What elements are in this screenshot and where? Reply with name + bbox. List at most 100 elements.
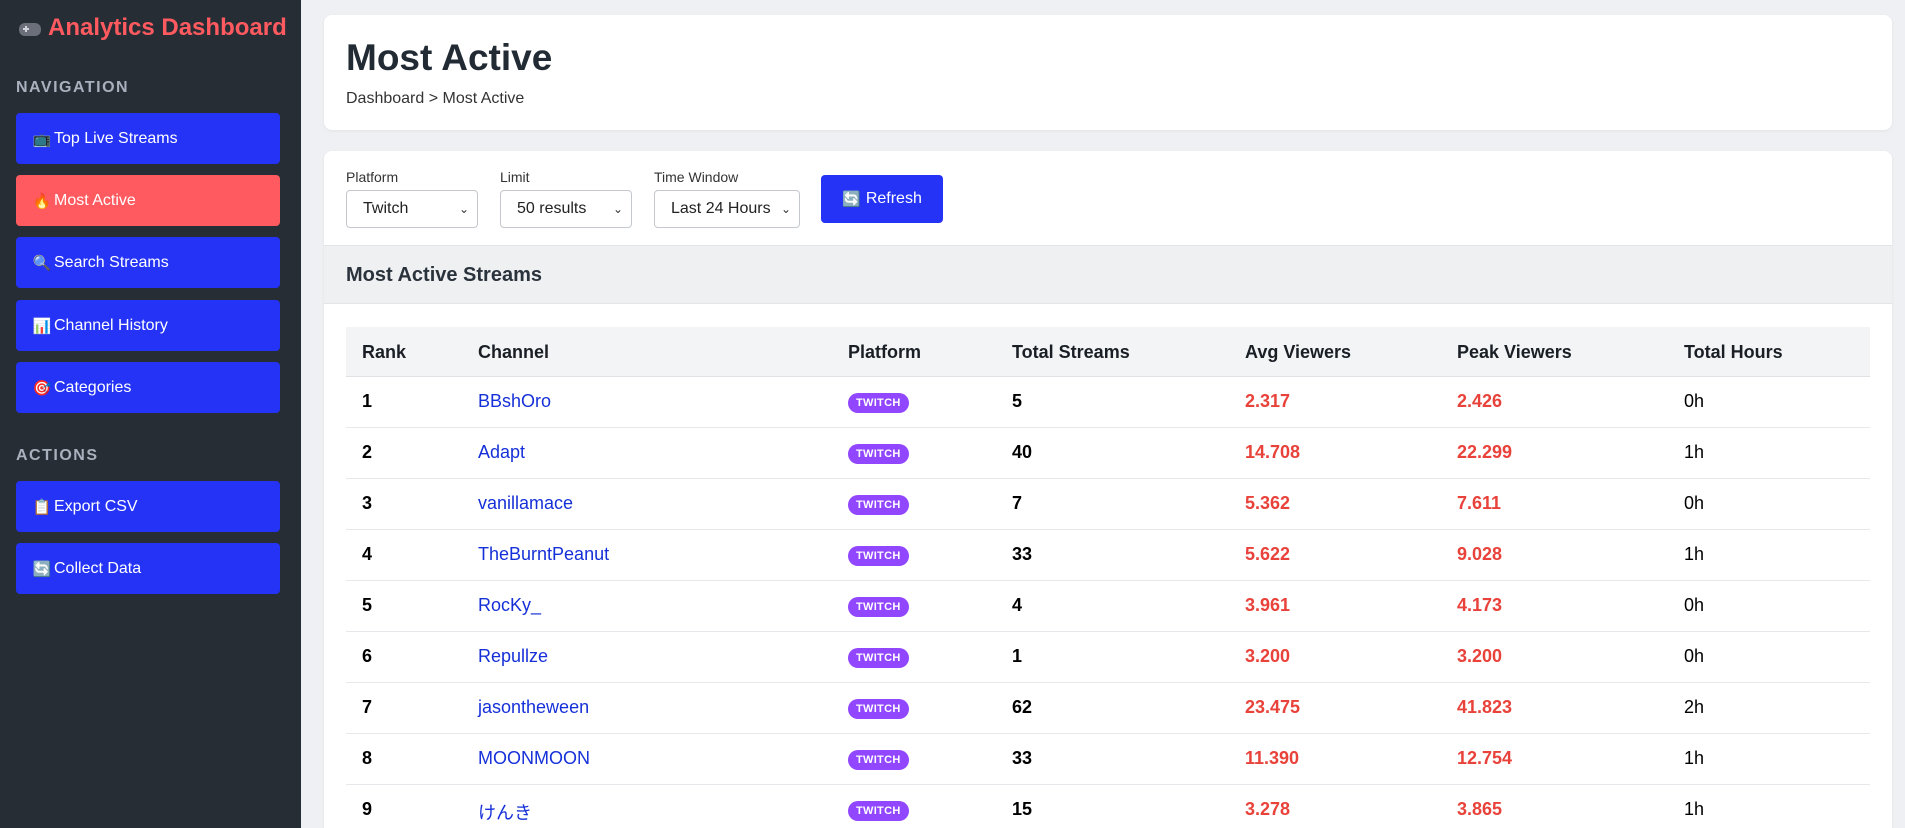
channel-link[interactable]: MOONMOON <box>478 748 590 769</box>
refresh-label: Refresh <box>865 190 922 207</box>
nav-categories[interactable]: 🎯 Categories <box>16 362 280 413</box>
channel-link[interactable]: けんき <box>478 799 532 825</box>
avg-viewers-cell: 23.475 <box>1245 697 1301 717</box>
platform-badge: TWITCH <box>848 750 909 770</box>
total-streams-cell: 33 <box>1012 748 1033 768</box>
platform-badge: TWITCH <box>848 597 909 617</box>
column-header-total-streams[interactable]: Total Streams <box>1012 342 1130 363</box>
peak-viewers-cell: 7.611 <box>1457 493 1502 513</box>
peak-viewers-cell: 4.173 <box>1457 595 1503 615</box>
peak-viewers-cell: 2.426 <box>1457 391 1503 411</box>
table-row[interactable]: 3 vanillamace TWITCH 7 5.362 7.611 0h <box>346 479 1870 530</box>
table-row[interactable]: 1 BBshOro TWITCH 5 2.317 2.426 0h <box>346 377 1870 428</box>
export-csv-button[interactable]: 📋 Export CSV <box>16 481 280 532</box>
channel-link[interactable]: jasontheween <box>478 697 589 718</box>
total-hours-cell: 1h <box>1684 799 1705 819</box>
nav-label: Top Live Streams <box>54 129 178 147</box>
limit-select[interactable]: 50 results ⌄ <box>500 190 632 228</box>
refresh-button[interactable]: 🔄 Refresh <box>821 175 943 223</box>
total-hours-cell: 1h <box>1684 748 1705 768</box>
nav-search-streams[interactable]: 🔍 Search Streams <box>16 237 280 288</box>
column-header-platform[interactable]: Platform <box>848 342 921 363</box>
target-icon: 🎯 <box>32 379 52 397</box>
total-streams-cell: 33 <box>1012 544 1033 564</box>
table-row[interactable]: 5 RocKy_ TWITCH 4 3.961 4.173 0h <box>346 581 1870 632</box>
table-row[interactable]: 2 Adapt TWITCH 40 14.708 22.299 1h <box>346 428 1870 479</box>
total-hours-cell: 0h <box>1684 595 1705 615</box>
rank-cell: 8 <box>362 748 373 768</box>
column-header-channel[interactable]: Channel <box>478 342 549 363</box>
peak-viewers-cell: 3.200 <box>1457 646 1503 666</box>
channel-link[interactable]: vanillamace <box>478 493 573 514</box>
time-window-label: Time Window <box>654 169 739 185</box>
column-header-total-hours[interactable]: Total Hours <box>1684 342 1783 363</box>
table-header-row: Rank Channel Platform Total Streams Avg … <box>346 327 1870 377</box>
time-window-select[interactable]: Last 24 Hours ⌄ <box>654 190 800 228</box>
clipboard-icon: 📋 <box>32 498 52 516</box>
peak-viewers-cell: 3.865 <box>1457 799 1503 819</box>
total-streams-cell: 1 <box>1012 646 1023 666</box>
total-streams-cell: 15 <box>1012 799 1033 819</box>
rank-cell: 6 <box>362 646 373 666</box>
avg-viewers-cell: 2.317 <box>1245 391 1291 411</box>
page-title: Most Active <box>346 37 553 78</box>
channel-link[interactable]: RocKy_ <box>478 595 541 616</box>
table-body: 1 BBshOro TWITCH 5 2.317 2.426 0h 2 Adapt TWITCH 4… <box>346 377 1870 828</box>
peak-viewers-cell: 12.754 <box>1457 748 1513 768</box>
avg-viewers-cell: 3.278 <box>1245 799 1291 819</box>
rank-cell: 7 <box>362 697 373 717</box>
nav-label: Search Streams <box>54 253 169 271</box>
refresh-icon: 🔄 <box>842 191 861 208</box>
nav-label: Channel History <box>54 316 168 334</box>
channel-link[interactable]: Adapt <box>478 442 525 463</box>
platform-badge: TWITCH <box>848 444 909 464</box>
total-streams-cell: 5 <box>1012 391 1023 411</box>
nav-channel-history[interactable]: 📊 Channel History <box>16 300 280 351</box>
platform-badge: TWITCH <box>848 546 909 566</box>
column-header-peak-viewers[interactable]: Peak Viewers <box>1457 342 1572 363</box>
platform-label: Platform <box>346 169 399 185</box>
actions-heading: ACTIONS <box>16 447 99 464</box>
rank-cell: 1 <box>362 391 373 411</box>
channel-link[interactable]: BBshOro <box>478 391 551 412</box>
rank-cell: 4 <box>362 544 373 564</box>
total-streams-cell: 40 <box>1012 442 1033 462</box>
avg-viewers-cell: 11.390 <box>1245 748 1300 768</box>
fire-icon: 🔥 <box>32 192 52 210</box>
table-row[interactable]: 6 Repullze TWITCH 1 3.200 3.200 0h <box>346 632 1870 683</box>
avg-viewers-cell: 3.961 <box>1245 595 1291 615</box>
action-label: Collect Data <box>54 559 142 577</box>
most-active-panel: Platform Twitch ⌄ Limit 50 results ⌄ Tim… <box>324 151 1892 828</box>
total-streams-cell: 4 <box>1012 595 1023 615</box>
column-header-rank[interactable]: Rank <box>362 342 406 363</box>
channel-link[interactable]: TheBurntPeanut <box>478 544 609 565</box>
total-hours-cell: 0h <box>1684 391 1705 411</box>
limit-select-value: 50 results <box>517 200 587 217</box>
total-hours-cell: 0h <box>1684 493 1705 513</box>
avg-viewers-cell: 14.708 <box>1245 442 1301 462</box>
table-row[interactable]: 7 jasontheween TWITCH 62 23.475 41.823 2h <box>346 683 1870 734</box>
table-row[interactable]: 4 TheBurntPeanut TWITCH 33 5.622 9.028 1h <box>346 530 1870 581</box>
nav-top-live-streams[interactable]: 📺 Top Live Streams <box>16 113 280 164</box>
search-icon: 🔍 <box>32 254 52 272</box>
table-row[interactable]: 8 MOONMOON TWITCH 33 11.390 12.754 1h <box>346 734 1870 785</box>
channel-link[interactable]: Repullze <box>478 646 548 667</box>
app-title: Analytics Dashboard <box>48 14 287 41</box>
avg-viewers-cell: 5.622 <box>1245 544 1291 564</box>
platform-select-value: Twitch <box>363 200 409 217</box>
platform-badge: TWITCH <box>848 393 909 413</box>
table-row[interactable]: 9 けんき TWITCH 15 3.278 3.865 1h <box>346 785 1870 828</box>
total-hours-cell: 1h <box>1684 442 1705 462</box>
platform-select[interactable]: Twitch ⌄ <box>346 190 478 228</box>
total-streams-cell: 62 <box>1012 697 1033 717</box>
collect-data-button[interactable]: 🔄 Collect Data <box>16 543 280 594</box>
peak-viewers-cell: 41.823 <box>1457 697 1513 717</box>
app-brand[interactable]: Analytics Dashboard <box>18 14 287 42</box>
nav-label: Most Active <box>54 191 136 209</box>
total-streams-cell: 7 <box>1012 493 1023 513</box>
platform-badge: TWITCH <box>848 699 909 719</box>
gamepad-icon <box>18 17 42 39</box>
column-header-avg-viewers[interactable]: Avg Viewers <box>1245 342 1351 363</box>
page-header: Most Active Dashboard > Most Active <box>324 15 1892 130</box>
nav-most-active[interactable]: 🔥 Most Active <box>16 175 280 226</box>
